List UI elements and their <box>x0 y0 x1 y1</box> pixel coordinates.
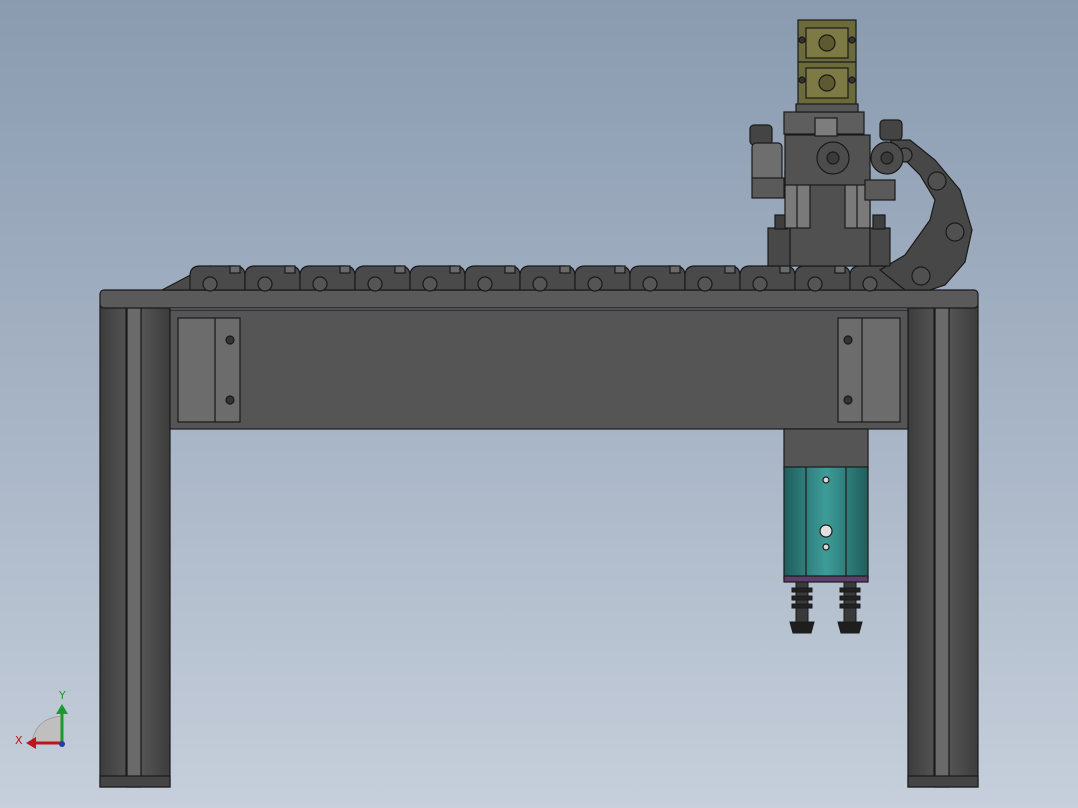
chain-pin <box>202 276 218 292</box>
chain-pin <box>257 276 273 292</box>
chain-notch <box>669 265 681 274</box>
chain-pin <box>367 276 383 292</box>
triad-plane-icon <box>31 715 63 743</box>
right-leg[interactable] <box>907 304 979 788</box>
chain-pin <box>862 276 878 292</box>
chain-notch <box>284 265 296 274</box>
triad-y-label: Y <box>58 689 66 702</box>
chain-notch <box>339 265 351 274</box>
left-leg[interactable] <box>99 304 171 788</box>
chain-pin <box>312 276 328 292</box>
chain-pin <box>422 276 438 292</box>
vacuum-suction-cups[interactable] <box>789 581 863 634</box>
chain-notch <box>779 265 791 274</box>
top-rail-plate[interactable] <box>99 289 979 309</box>
chain-notch <box>834 265 846 274</box>
chain-notch <box>559 265 571 274</box>
chain-pin <box>532 276 548 292</box>
chain-notch <box>394 265 406 274</box>
chain-pin <box>642 276 658 292</box>
view-orientation-triad: X Y <box>15 689 68 749</box>
triad-y-arrow-icon <box>56 704 68 714</box>
chain-notch <box>449 265 461 274</box>
chain-notch <box>229 265 241 274</box>
triad-x-arrow-icon <box>26 737 36 749</box>
cad-viewport[interactable]: X Y <box>0 0 1078 808</box>
triad-x-label: X <box>15 734 23 747</box>
chain-pin <box>697 276 713 292</box>
chain-notch <box>614 265 626 274</box>
gripper-stack[interactable] <box>795 19 859 113</box>
chain-pin <box>807 276 823 292</box>
chain-pin <box>752 276 768 292</box>
cross-beam[interactable] <box>169 309 909 430</box>
pneumatic-cylinder[interactable] <box>783 428 869 583</box>
chain-pin <box>587 276 603 292</box>
chain-pin <box>477 276 493 292</box>
linear-carriage[interactable] <box>749 111 904 267</box>
triad-z-axis-icon <box>59 741 65 747</box>
chain-notch <box>504 265 516 274</box>
cylinder-flange <box>783 575 869 583</box>
chain-notch <box>724 265 736 274</box>
